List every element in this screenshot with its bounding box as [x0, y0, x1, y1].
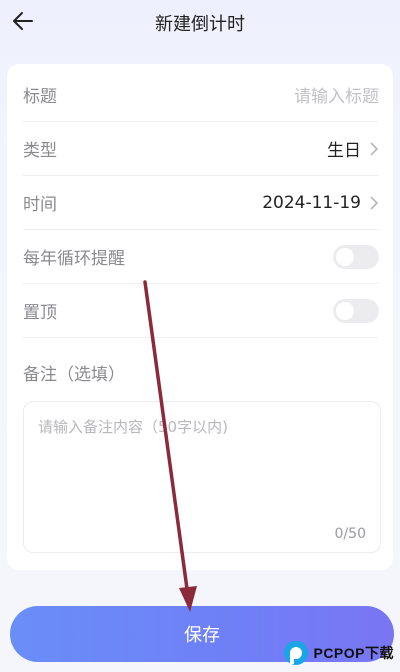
pin-label: 置顶 — [23, 303, 57, 323]
yearly-reminder-label: 每年循环提醒 — [23, 249, 125, 269]
pcpop-logo-icon — [284, 641, 309, 665]
yearly-reminder-row: 每年循环提醒 — [23, 230, 379, 284]
time-label: 时间 — [23, 195, 57, 215]
toggle-knob — [336, 247, 354, 266]
yearly-reminder-toggle[interactable] — [333, 244, 379, 269]
note-label: 备注（选填） — [23, 365, 125, 385]
note-textarea[interactable] — [24, 402, 380, 552]
type-row[interactable]: 类型 生日 — [23, 122, 379, 176]
time-value: 2024-11-19 — [262, 192, 361, 213]
page-title: 新建倒计时 — [155, 14, 245, 35]
time-row[interactable]: 时间 2024-11-19 — [23, 176, 379, 230]
title-input[interactable]: 请输入标题 — [294, 82, 379, 107]
title-row[interactable]: 标题 请输入标题 — [23, 68, 379, 122]
form-card: 标题 请输入标题 类型 生日 时间 2024-11-19 每年循环提醒 置顶 备… — [7, 64, 393, 570]
type-value: 生日 — [327, 141, 361, 161]
title-label: 标题 — [23, 87, 57, 107]
watermark: PCPOP下载 — [283, 640, 394, 666]
top-bar: 新建倒计时 — [0, 0, 400, 46]
note-box: 0/50 — [23, 401, 381, 553]
note-char-counter: 0/50 — [334, 526, 366, 542]
type-label: 类型 — [23, 141, 57, 161]
chevron-right-icon — [369, 141, 379, 156]
pin-toggle[interactable] — [333, 298, 379, 323]
chevron-right-icon — [369, 195, 379, 210]
pin-row: 置顶 — [23, 284, 379, 338]
toggle-knob — [336, 301, 354, 320]
new-countdown-page: 新建倒计时 标题 请输入标题 类型 生日 时间 2024-11-19 每年循环提… — [0, 0, 400, 672]
watermark-text: PCPOP下载 — [313, 645, 394, 661]
